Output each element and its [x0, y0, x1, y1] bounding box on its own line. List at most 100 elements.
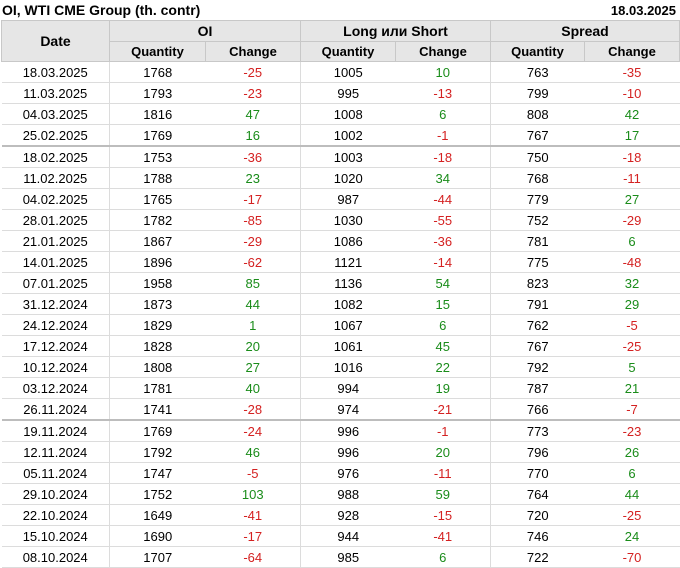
spread-change-cell: 44 [584, 483, 680, 505]
date-cell: 22.10.2024 [1, 504, 110, 526]
long-short-quantity-cell: 1003 [300, 146, 396, 168]
date-cell: 07.01.2025 [1, 272, 110, 294]
long-short-quantity-cell: 988 [300, 483, 396, 505]
table-body: 18.03.2025 1768 -25 1005 10 763 -35 11.03.2025 1… [1, 61, 680, 568]
spread-change-cell: 17 [584, 124, 680, 147]
oi-change-cell: -25 [205, 61, 301, 83]
spread-quantity-cell: 787 [490, 377, 585, 399]
spread-quantity-cell: 770 [490, 462, 585, 484]
long-short-change-header: Change [395, 41, 491, 62]
table-row: 04.02.2025 1765 -17 987 -44 779 27 [1, 188, 680, 210]
oi-quantity-cell: 1690 [109, 525, 206, 547]
spread-quantity-cell: 781 [490, 230, 585, 252]
date-cell: 17.12.2024 [1, 335, 110, 357]
spread-change-cell: -29 [584, 209, 680, 231]
spread-quantity-cell: 768 [490, 167, 585, 189]
table-row: 14.01.2025 1896 -62 1121 -14 775 -48 [1, 251, 680, 273]
long-short-quantity-cell: 996 [300, 441, 396, 463]
oi-quantity-cell: 1958 [109, 272, 206, 294]
report-title: OI, WTI CME Group (th. contr) [2, 2, 201, 18]
date-column-header: Date [1, 20, 110, 62]
long-short-group-header: Long или Short [300, 20, 491, 42]
date-cell: 14.01.2025 [1, 251, 110, 273]
report-date: 18.03.2025 [610, 3, 676, 18]
date-cell: 24.12.2024 [1, 314, 110, 336]
spread-quantity-cell: 750 [490, 146, 585, 168]
spread-change-cell: 5 [584, 356, 680, 378]
long-short-quantity-cell: 976 [300, 462, 396, 484]
long-short-quantity-cell: 1136 [300, 272, 396, 294]
table-row: 22.10.2024 1649 -41 928 -15 720 -25 [1, 504, 680, 526]
date-cell: 08.10.2024 [1, 546, 110, 568]
long-short-change-cell: 6 [395, 546, 491, 568]
date-cell: 31.12.2024 [1, 293, 110, 315]
spread-change-cell: -25 [584, 335, 680, 357]
long-short-quantity-cell: 994 [300, 377, 396, 399]
oi-quantity-cell: 1896 [109, 251, 206, 273]
oi-quantity-cell: 1792 [109, 441, 206, 463]
spread-quantity-cell: 767 [490, 335, 585, 357]
oi-quantity-cell: 1765 [109, 188, 206, 210]
oi-change-cell: 1 [205, 314, 301, 336]
oi-quantity-cell: 1741 [109, 398, 206, 421]
table-row: 11.02.2025 1788 23 1020 34 768 -11 [1, 167, 680, 189]
spread-quantity-cell: 773 [490, 420, 585, 442]
oi-quantity-cell: 1873 [109, 293, 206, 315]
long-short-change-cell: 54 [395, 272, 491, 294]
long-short-quantity-cell: 987 [300, 188, 396, 210]
oi-quantity-cell: 1769 [109, 420, 206, 442]
spread-change-cell: 6 [584, 230, 680, 252]
table-row: 29.10.2024 1752 103 988 59 764 44 [1, 483, 680, 505]
spread-change-cell: -35 [584, 61, 680, 83]
long-short-change-cell: -44 [395, 188, 491, 210]
long-short-quantity-cell: 1082 [300, 293, 396, 315]
spread-change-cell: 29 [584, 293, 680, 315]
long-short-quantity-cell: 1030 [300, 209, 396, 231]
oi-change-cell: -62 [205, 251, 301, 273]
table-row: 15.10.2024 1690 -17 944 -41 746 24 [1, 525, 680, 547]
oi-change-cell: 44 [205, 293, 301, 315]
long-short-quantity-cell: 1061 [300, 335, 396, 357]
oi-change-cell: -17 [205, 525, 301, 547]
oi-quantity-cell: 1752 [109, 483, 206, 505]
long-short-change-cell: -15 [395, 504, 491, 526]
oi-change-cell: 20 [205, 335, 301, 357]
long-short-change-cell: -36 [395, 230, 491, 252]
oi-quantity-cell: 1793 [109, 82, 206, 104]
oi-change-cell: 85 [205, 272, 301, 294]
oi-change-cell: 46 [205, 441, 301, 463]
oi-change-cell: 47 [205, 103, 301, 125]
spread-quantity-cell: 823 [490, 272, 585, 294]
spread-change-cell: 42 [584, 103, 680, 125]
spread-change-cell: -5 [584, 314, 680, 336]
date-cell: 03.12.2024 [1, 377, 110, 399]
oi-quantity-cell: 1649 [109, 504, 206, 526]
oi-quantity-cell: 1816 [109, 103, 206, 125]
date-cell: 19.11.2024 [1, 420, 110, 442]
spread-quantity-cell: 799 [490, 82, 585, 104]
long-short-quantity-cell: 995 [300, 82, 396, 104]
spread-change-cell: -25 [584, 504, 680, 526]
spread-change-cell: -11 [584, 167, 680, 189]
long-short-change-cell: -1 [395, 420, 491, 442]
table-row: 05.11.2024 1747 -5 976 -11 770 6 [1, 462, 680, 484]
oi-quantity-cell: 1788 [109, 167, 206, 189]
long-short-change-cell: 59 [395, 483, 491, 505]
table-row: 19.11.2024 1769 -24 996 -1 773 -23 [1, 420, 680, 442]
oi-change-cell: 16 [205, 124, 301, 147]
long-short-quantity-cell: 985 [300, 546, 396, 568]
spread-quantity-cell: 762 [490, 314, 585, 336]
spread-change-cell: 24 [584, 525, 680, 547]
long-short-change-cell: 6 [395, 314, 491, 336]
table-row: 10.12.2024 1808 27 1016 22 792 5 [1, 356, 680, 378]
long-short-change-cell: -1 [395, 124, 491, 147]
oi-quantity-cell: 1707 [109, 546, 206, 568]
spread-change-header: Change [584, 41, 680, 62]
oi-change-cell: -28 [205, 398, 301, 421]
oi-quantity-cell: 1782 [109, 209, 206, 231]
long-short-quantity-cell: 1005 [300, 61, 396, 83]
oi-change-cell: -85 [205, 209, 301, 231]
spread-quantity-cell: 764 [490, 483, 585, 505]
spread-change-cell: -10 [584, 82, 680, 104]
spread-quantity-header: Quantity [490, 41, 585, 62]
